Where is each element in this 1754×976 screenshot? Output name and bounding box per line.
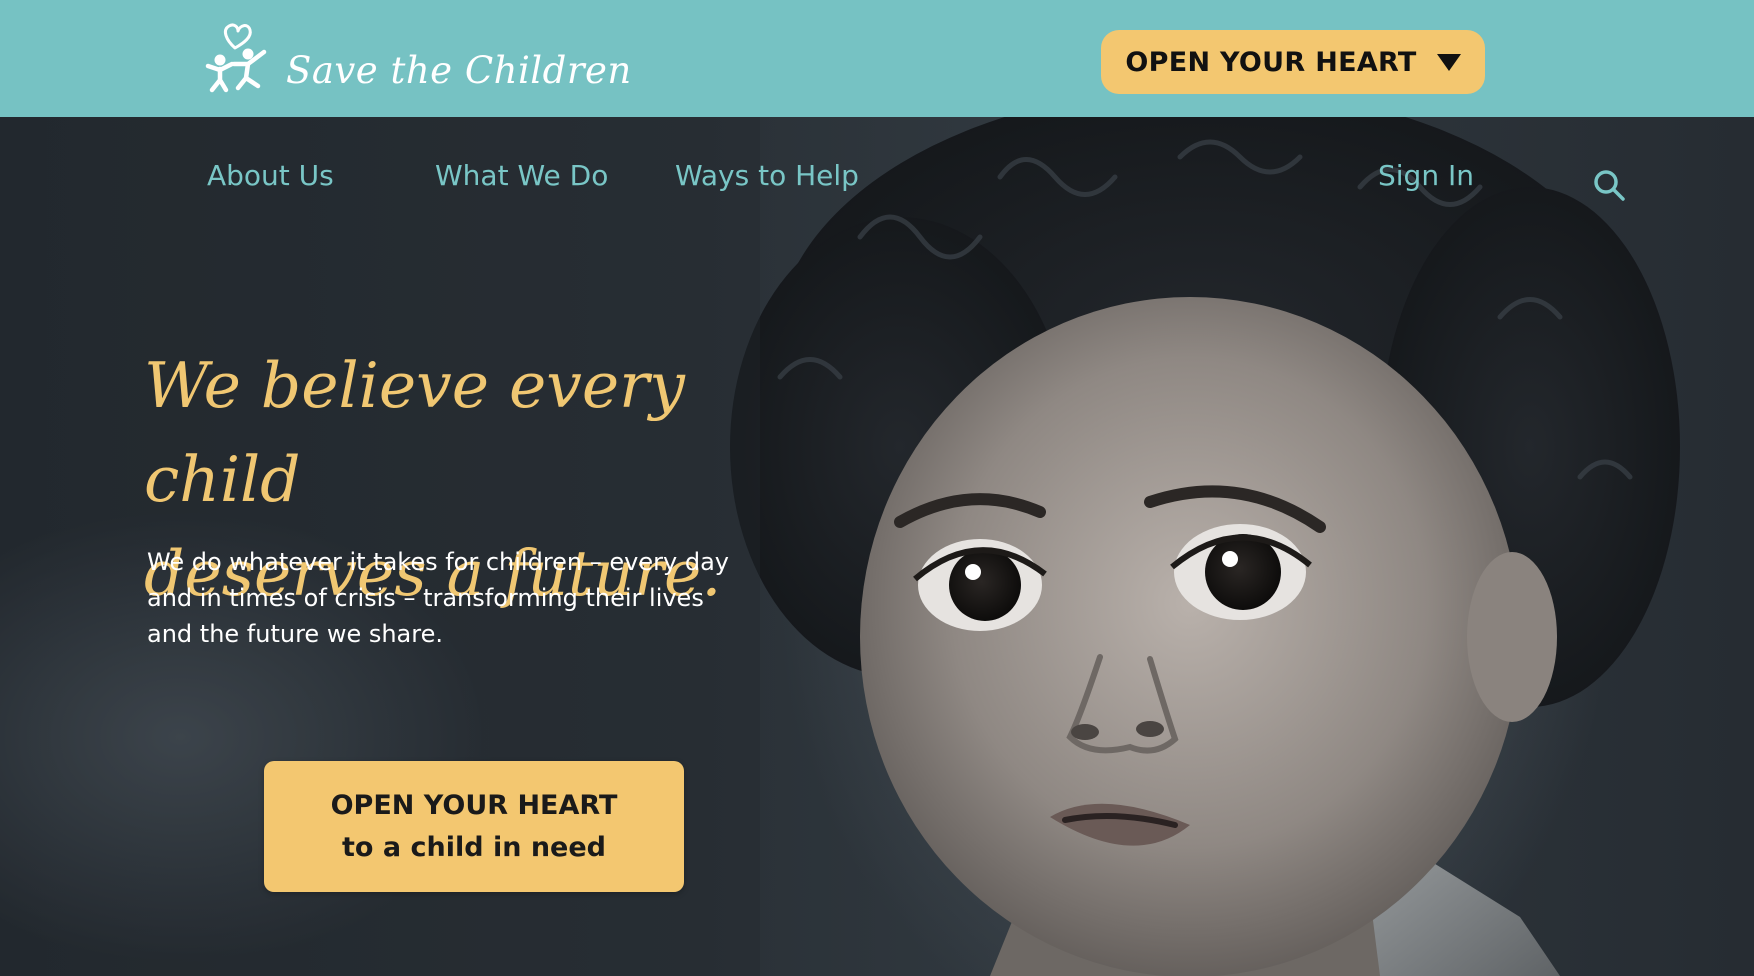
nav-what-we-do[interactable]: What We Do [435, 159, 608, 192]
hero-headline-line1: We believe every child [144, 349, 685, 516]
caret-down-icon [1436, 53, 1461, 71]
cta-line1: OPEN YOUR HEART [330, 789, 618, 821]
top-bar: Save the Children OPEN YOUR HEART [0, 0, 1754, 117]
hero-section: About Us What We Do Ways to Help Sign In… [0, 117, 1754, 976]
open-your-heart-cta[interactable]: OPEN YOUR HEART to a child in need [264, 761, 684, 892]
logo-link[interactable]: Save the Children [204, 22, 632, 94]
open-your-heart-button[interactable]: OPEN YOUR HEART [1101, 30, 1485, 94]
children-heart-icon [205, 23, 267, 93]
open-your-heart-label: OPEN YOUR HEART [1125, 46, 1417, 78]
page: Save the Children OPEN YOUR HEART About … [0, 0, 1754, 976]
sign-in-link[interactable]: Sign In [1378, 159, 1474, 192]
nav-ways-to-help[interactable]: Ways to Help [675, 159, 859, 192]
brand-name: Save the Children [286, 49, 632, 92]
search-icon[interactable] [1592, 168, 1626, 202]
nav-about-us[interactable]: About Us [207, 159, 334, 192]
cta-line2: to a child in need [342, 831, 606, 863]
hero-description: We do whatever it takes for children – e… [147, 548, 729, 648]
